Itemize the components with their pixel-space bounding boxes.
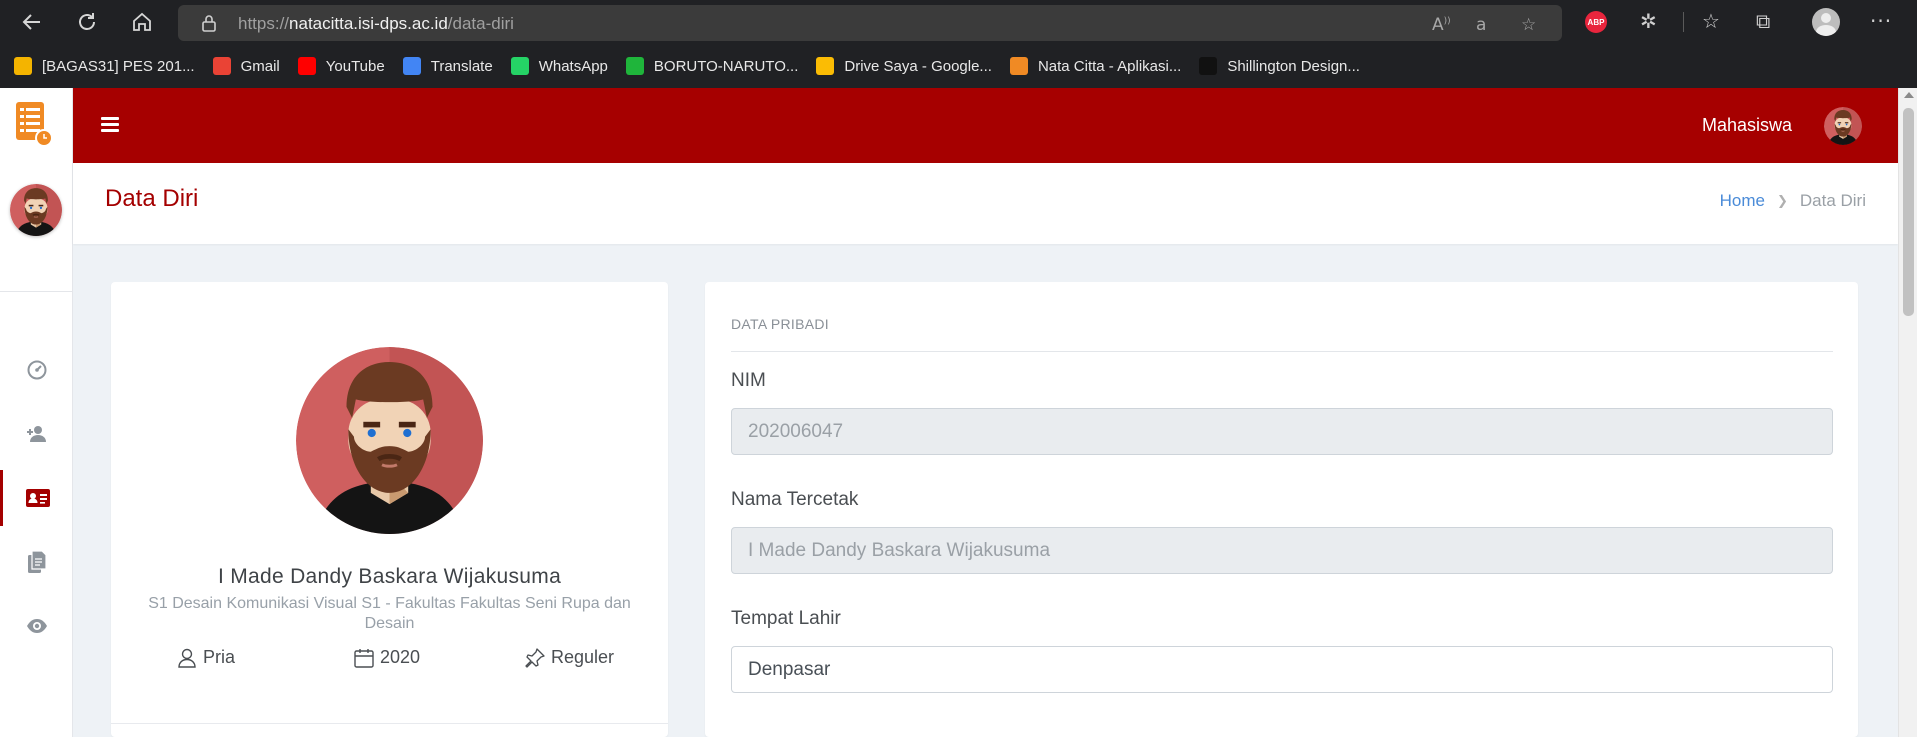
app: Mahasiswa Data Diri Home ❯ Data Diri I M… [0,88,1917,737]
breadcrumb-chevron-icon: ❯ [1776,193,1788,209]
favorites-icon[interactable]: ☆ [1702,9,1720,33]
collections-icon[interactable]: ⧉ [1756,9,1770,33]
sidebar-item-dashboard[interactable] [0,342,73,398]
profile-gender-value: Pria [203,647,236,667]
bookmark-label: Shillington Design... [1227,57,1360,75]
bookmark-item[interactable]: YouTube [297,57,385,75]
nama-tercetak-label: Nama Tercetak [731,489,859,510]
tempat-lahir-label: Tempat Lahir [731,608,841,629]
back-icon[interactable] [18,8,46,36]
more-menu-icon[interactable]: ··· [1870,9,1892,33]
bookmark-label: Translate [430,57,493,75]
bookmark-item[interactable]: Gmail [212,57,280,75]
add-favorite-icon[interactable]: ☆ [1521,15,1536,35]
shillington-icon [1199,57,1218,75]
sidebar-item-view[interactable] [0,598,73,654]
sidebar-item-user[interactable] [0,406,73,462]
top-navbar: Mahasiswa [73,88,1898,163]
user-role-label[interactable]: Mahasiswa [1702,115,1792,136]
profile-year-value: 2020 [380,647,421,667]
scroll-thumb[interactable] [1903,108,1914,316]
lock-icon [202,15,216,32]
bagas31-icon [14,57,32,75]
profile-avatar [296,347,483,534]
sidebar-item-documents[interactable] [0,534,73,590]
eye-icon [26,619,47,633]
profile-program: S1 Desain Komunikasi Visual S1 - Fakulta… [148,595,631,632]
bookmark-item[interactable]: Nata Citta - Aplikasi... [1009,57,1182,75]
address-row: https://natacitta.isi-dps.ac.id/data-dir… [0,0,1917,44]
nim-field[interactable] [731,408,1833,455]
profile-name: I Made Dandy Baskara Wijakusuma [217,565,562,588]
bookmark-label: [BAGAS31] PES 201... [42,57,195,75]
navbar-avatar[interactable] [1824,107,1862,145]
browser-profile-icon[interactable] [1812,8,1840,36]
profile-year: 2020 [354,647,420,668]
page-header: Data Diri Home ❯ Data Diri [73,163,1898,244]
translate-page-icon[interactable]: a [1476,15,1486,35]
tempat-lahir-field[interactable] [731,646,1833,693]
calendar-icon [354,648,374,668]
sidebar-avatar[interactable] [10,184,62,236]
translate-icon [402,57,421,75]
adblock-plus-icon[interactable]: ABP [1585,11,1607,33]
documents-icon [27,551,46,573]
youtube-icon [297,57,316,75]
home-icon[interactable] [128,8,156,36]
address-bar[interactable]: https://natacitta.isi-dps.ac.id/data-dir… [178,5,1562,41]
sidebar-item-data-diri[interactable] [0,470,73,526]
bookmark-item[interactable]: Drive Saya - Google... [816,57,992,75]
bookmark-item[interactable]: WhatsApp [510,57,608,75]
section-divider [731,351,1833,352]
drive-icon [816,57,835,75]
bookmark-label: Drive Saya - Google... [844,57,992,75]
profile-gender: Pria [177,647,235,668]
profile-class-type-value: Reguler [551,647,615,667]
sidebar-divider [0,291,73,292]
refresh-icon[interactable] [73,8,101,36]
user-icon [178,648,196,668]
app-logo-icon[interactable] [14,100,54,150]
boruto-icon [625,57,644,75]
dashboard-icon [27,360,46,380]
breadcrumb-current: Data Diri [1799,191,1866,210]
bookmark-label: Gmail [240,57,280,75]
bookmark-item[interactable]: Shillington Design... [1199,57,1360,75]
browser-chrome: https://natacitta.isi-dps.ac.id/data-dir… [0,0,1917,88]
bookmark-item[interactable]: [BAGAS31] PES 201... [14,57,195,75]
bookmark-item[interactable]: Translate [402,57,493,75]
whatsapp-icon [510,57,529,75]
toolbar-separator [1683,12,1684,32]
personal-data-card: DATA PRIBADI NIM Nama Tercetak Tempat La… [705,282,1858,737]
nim-label: NIM [731,370,766,391]
profile-class-type: Reguler [525,647,614,668]
bookmarks-bar: [BAGAS31] PES 201... Gmail YouTube Translat… [0,44,1917,88]
gmail-icon [212,57,231,75]
breadcrumb-home-link[interactable]: Home [1720,191,1765,211]
bookmark-label: BORUTO-NARUTO... [653,57,799,75]
bookmark-label: Nata Citta - Aplikasi... [1037,57,1182,75]
nama-tercetak-field[interactable] [731,527,1833,574]
id-card-icon [26,489,50,507]
user-plus-icon [26,426,46,442]
pin-icon [525,647,545,668]
read-aloud-icon[interactable]: A)) [1432,15,1451,35]
bookmark-item[interactable]: BORUTO-NARUTO... [625,57,799,75]
profile-card-divider [111,723,668,724]
bookmark-label: YouTube [325,57,385,75]
scroll-up-icon[interactable] [1904,92,1914,98]
breadcrumb: Home ❯ Data Diri [1720,191,1866,211]
profile-card: I Made Dandy Baskara Wijakusuma S1 Desai… [111,282,668,737]
url-text: https://natacitta.isi-dps.ac.id/data-dir… [238,14,514,33]
natacitta-icon [1009,57,1028,75]
sidebar [0,88,73,737]
bookmark-label: WhatsApp [538,57,608,75]
section-label: DATA PRIBADI [731,316,829,332]
menu-toggle-icon[interactable] [101,117,119,132]
page-title: Data Diri [105,185,199,212]
page-scrollbar[interactable] [1898,88,1917,737]
extensions-icon[interactable]: ✲ [1640,9,1657,33]
